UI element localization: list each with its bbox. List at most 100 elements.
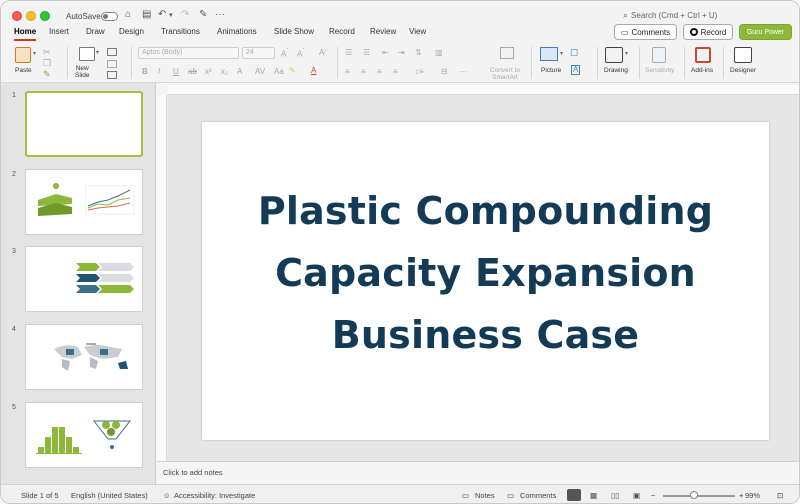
tab-design[interactable]: Design: [119, 27, 144, 36]
numbering-icon[interactable]: ☰: [363, 48, 370, 57]
slide-thumbnail-2[interactable]: [25, 169, 143, 235]
minimize-window-button[interactable]: [26, 11, 36, 21]
char-spacing-icon[interactable]: AV: [255, 67, 265, 76]
tab-insert[interactable]: Insert: [49, 27, 69, 36]
designer-icon[interactable]: [734, 47, 752, 63]
zoom-in-icon[interactable]: +: [739, 491, 743, 500]
font-name-select[interactable]: Aptos (Body): [138, 47, 239, 59]
slide-thumbnail-3[interactable]: [25, 246, 143, 312]
tab-transitions[interactable]: Transitions: [161, 27, 200, 36]
fit-to-window-icon[interactable]: ⊡: [777, 491, 783, 500]
tab-animations[interactable]: Animations: [217, 27, 257, 36]
drawing-icon[interactable]: [605, 47, 623, 63]
subscript-icon[interactable]: x₂: [221, 67, 228, 76]
picture-icon[interactable]: [540, 47, 558, 61]
smartart-icon[interactable]: [500, 47, 514, 59]
notes-icon[interactable]: ▭: [462, 491, 469, 500]
cut-icon[interactable]: ✂: [43, 47, 51, 58]
redo-icon[interactable]: ↷: [181, 9, 189, 20]
section-icon[interactable]: [107, 71, 117, 79]
paste-icon[interactable]: [15, 47, 31, 63]
italic-icon[interactable]: I: [158, 67, 160, 76]
reset-icon[interactable]: [107, 60, 117, 68]
tab-slide-show[interactable]: Slide Show: [274, 27, 314, 36]
format-brush-icon[interactable]: ✎: [43, 69, 51, 80]
line-spacing-icon[interactable]: ↕≡: [415, 67, 424, 76]
shapes-icon[interactable]: ◻: [570, 47, 578, 58]
notes-toggle[interactable]: Notes: [475, 491, 495, 500]
zoom-window-button[interactable]: [40, 11, 50, 21]
tab-home[interactable]: Home: [14, 27, 37, 41]
picture-dropdown-icon[interactable]: ▾: [560, 50, 563, 57]
zoom-slider[interactable]: [663, 495, 735, 497]
decrease-indent-icon[interactable]: ⇤: [382, 48, 389, 57]
bullets-icon[interactable]: ☰: [345, 48, 352, 57]
home-icon[interactable]: ⌂: [125, 9, 131, 20]
drawing-dropdown-icon[interactable]: ▾: [625, 50, 628, 57]
layout-icon[interactable]: [107, 48, 117, 56]
autosave-toggle[interactable]: [101, 12, 118, 21]
text-direction-icon[interactable]: ⇅: [415, 48, 422, 57]
tab-view[interactable]: View: [409, 27, 426, 36]
record-button[interactable]: Record: [683, 24, 733, 40]
increase-font-icon[interactable]: Aˆ: [281, 48, 289, 59]
slideshow-view-icon[interactable]: ▣: [633, 491, 640, 500]
title-line-2: Capacity Expansion: [275, 251, 696, 295]
slide-thumbnail-1[interactable]: [25, 91, 143, 157]
current-slide[interactable]: Plastic Compounding Capacity Expansion B…: [202, 122, 769, 440]
copy-icon[interactable]: ❐: [43, 58, 51, 69]
align-left-icon[interactable]: ≡: [345, 67, 350, 76]
highlight-icon[interactable]: ✎: [289, 66, 296, 75]
increase-indent-icon[interactable]: ⇥: [398, 48, 405, 57]
reading-view-icon[interactable]: ▯▯: [611, 491, 619, 500]
tab-draw[interactable]: Draw: [86, 27, 105, 36]
change-case-icon[interactable]: Aa: [274, 67, 284, 76]
paragraph-settings-icon[interactable]: ⋯: [459, 67, 467, 76]
font-color-icon[interactable]: A: [311, 66, 316, 75]
paste-dropdown-icon[interactable]: ▾: [33, 50, 36, 57]
text-box-icon[interactable]: A: [571, 65, 581, 75]
sensitivity-icon[interactable]: [652, 47, 666, 63]
status-bar: Slide 1 of 5 English (United States) ☺ A…: [1, 484, 799, 503]
undo-icon[interactable]: ↶: [158, 9, 166, 20]
zoom-slider-handle[interactable]: [690, 491, 698, 499]
accessibility-status[interactable]: Accessibility: Investigate: [174, 491, 255, 500]
tab-record[interactable]: Record: [329, 27, 355, 36]
add-ins-icon[interactable]: [695, 47, 711, 63]
slide-sorter-view-icon[interactable]: ▦: [590, 491, 597, 500]
align-right-icon[interactable]: ≡: [377, 67, 382, 76]
strikethrough-icon[interactable]: ab: [188, 67, 197, 76]
superscript-icon[interactable]: x²: [205, 67, 212, 76]
columns-icon[interactable]: ▥: [435, 48, 443, 57]
new-slide-icon[interactable]: [79, 47, 95, 61]
slide-title[interactable]: Plastic Compounding Capacity Expansion B…: [202, 180, 769, 366]
comments-status-icon[interactable]: ▭: [507, 491, 514, 500]
justify-icon[interactable]: ≡: [393, 67, 398, 76]
decrease-font-icon[interactable]: Aˇ: [297, 48, 305, 59]
search-box[interactable]: ⌕ Search (Cmd + Ctrl + U): [623, 10, 717, 21]
more-options-icon[interactable]: ···: [215, 9, 225, 20]
undo-dropdown-icon[interactable]: ▾: [169, 11, 173, 19]
new-slide-dropdown-icon[interactable]: ▾: [96, 49, 99, 56]
zoom-level[interactable]: 99%: [745, 491, 760, 500]
comments-button[interactable]: ▭ Comments: [614, 24, 677, 40]
slide-thumbnail-5[interactable]: [25, 402, 143, 468]
comments-toggle[interactable]: Comments: [520, 491, 556, 500]
format-painter-icon[interactable]: ✎: [199, 9, 207, 20]
save-icon[interactable]: ▤: [142, 9, 151, 20]
align-center-icon[interactable]: ≡: [361, 67, 366, 76]
guru-power-button[interactable]: Guru Power: [739, 24, 792, 40]
close-window-button[interactable]: [12, 11, 22, 21]
zoom-out-icon[interactable]: −: [651, 491, 655, 500]
font-size-select[interactable]: 24: [242, 47, 275, 59]
tab-review[interactable]: Review: [370, 27, 396, 36]
notes-pane[interactable]: Click to add notes: [157, 461, 799, 484]
language-status[interactable]: English (United States): [71, 491, 148, 500]
underline-icon[interactable]: U: [173, 67, 179, 76]
align-text-icon[interactable]: ⊟: [441, 67, 448, 76]
clear-format-icon[interactable]: A⁄: [319, 48, 326, 57]
slide-thumbnail-4[interactable]: [25, 324, 143, 390]
text-shadow-icon[interactable]: A: [237, 67, 242, 76]
bold-icon[interactable]: B: [142, 67, 148, 76]
normal-view-button[interactable]: [567, 489, 581, 501]
